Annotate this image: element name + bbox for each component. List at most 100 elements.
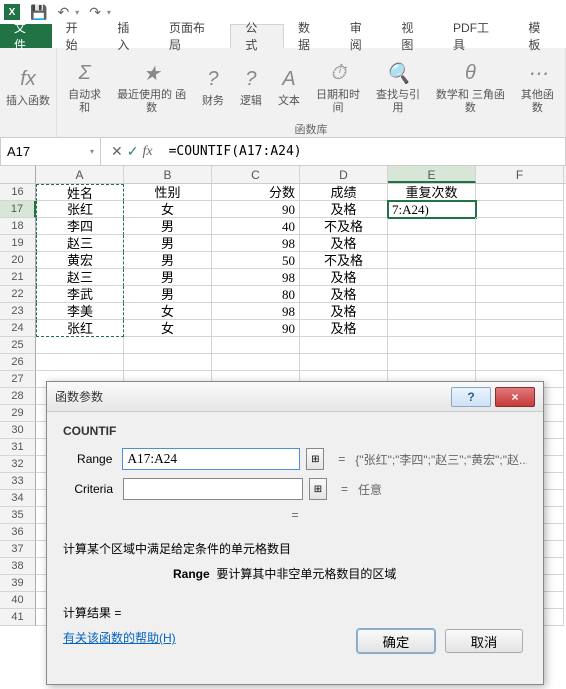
cell[interactable] [476,184,564,201]
undo-icon[interactable]: ↶ [57,4,69,21]
cell[interactable]: 及格 [300,235,388,252]
row-header[interactable]: 37 [0,541,36,558]
cell[interactable]: 男 [124,235,212,252]
undo-dropdown[interactable]: ▾ [75,8,79,17]
tab-layout[interactable]: 页面布局 [155,24,230,48]
tab-template[interactable]: 模板 [514,24,566,48]
row-header[interactable]: 36 [0,524,36,541]
col-header-E[interactable]: E [388,166,476,183]
cell[interactable] [388,235,476,252]
cell[interactable]: 不及格 [300,252,388,269]
cell[interactable] [476,354,564,371]
tab-formula[interactable]: 公式 [230,24,284,48]
cell[interactable] [388,252,476,269]
cell[interactable]: 赵三 [36,269,124,286]
row-header[interactable]: 21 [0,269,36,286]
cell[interactable]: 李四 [36,218,124,235]
dialog-titlebar[interactable]: 函数参数 ? × [47,382,543,412]
cell[interactable]: 及格 [300,269,388,286]
fx-button[interactable]: fx [142,144,152,160]
cell[interactable] [476,201,564,218]
other-button[interactable]: ⋯其他函数 [516,59,559,113]
redo-dropdown[interactable]: ▾ [107,8,111,17]
cell[interactable]: 男 [124,269,212,286]
math-button[interactable]: θ数学和 三角函数 [431,59,510,113]
cell[interactable]: 90 [212,201,300,218]
col-header-D[interactable]: D [300,166,388,183]
row-header[interactable]: 41 [0,609,36,626]
cell[interactable]: 张红 [36,320,124,337]
cell[interactable]: 男 [124,218,212,235]
formula-input[interactable]: =COUNTIF(A17:A24) [163,144,565,159]
cell[interactable]: 及格 [300,320,388,337]
cell[interactable] [300,354,388,371]
cell[interactable] [36,354,124,371]
cell[interactable]: 女 [124,320,212,337]
cell[interactable] [212,354,300,371]
row-header[interactable]: 22 [0,286,36,303]
cell[interactable] [476,303,564,320]
tab-file[interactable]: 文件 [0,24,52,48]
formula-confirm-button[interactable]: ✓ [127,143,139,160]
save-icon[interactable]: 💾 [30,4,47,21]
tab-insert[interactable]: 插入 [103,24,155,48]
row-header[interactable]: 34 [0,490,36,507]
row-header[interactable]: 33 [0,473,36,490]
row-header[interactable]: 25 [0,337,36,354]
dialog-close-button[interactable]: × [495,387,535,407]
cell[interactable]: 90 [212,320,300,337]
cell[interactable] [476,320,564,337]
cell[interactable]: 分数 [212,184,300,201]
row-header[interactable]: 30 [0,422,36,439]
cell[interactable]: 及格 [300,303,388,320]
cell[interactable] [300,337,388,354]
cell[interactable]: 男 [124,286,212,303]
row-header[interactable]: 27 [0,371,36,388]
criteria-selector-button[interactable]: ⊞ [309,478,327,500]
insert-function-button[interactable]: fx 插入函数 [6,65,50,107]
cell[interactable]: 成绩 [300,184,388,201]
recent-button[interactable]: ★最近使用的 函数 [112,59,191,113]
row-header[interactable]: 31 [0,439,36,456]
cell[interactable] [124,337,212,354]
formula-cancel-button[interactable]: ✕ [111,143,123,160]
dialog-help-button[interactable]: ? [451,387,491,407]
autosum-button[interactable]: Σ自动求和 [63,59,106,113]
lookup-button[interactable]: 🔍查找与引用 [371,59,425,113]
tab-home[interactable]: 开始 [52,24,104,48]
cell[interactable]: 及格 [300,201,388,218]
cell[interactable]: 及格 [300,286,388,303]
cell[interactable] [212,337,300,354]
tab-data[interactable]: 数据 [284,24,336,48]
tab-pdf[interactable]: PDF工具 [439,24,514,48]
row-header[interactable]: 38 [0,558,36,575]
financial-button[interactable]: ?财务 [197,65,229,107]
cell[interactable] [388,269,476,286]
cell[interactable]: 女 [124,201,212,218]
cell[interactable] [388,286,476,303]
row-header[interactable]: 40 [0,592,36,609]
redo-icon[interactable]: ↷ [89,4,101,21]
col-header-C[interactable]: C [212,166,300,183]
range-input[interactable] [122,448,300,470]
row-header[interactable]: 20 [0,252,36,269]
row-header[interactable]: 17 [0,201,36,218]
cell[interactable] [476,269,564,286]
row-header[interactable]: 28 [0,388,36,405]
cell[interactable]: 40 [212,218,300,235]
range-selector-button[interactable]: ⊞ [306,448,324,470]
cell[interactable]: 98 [212,269,300,286]
row-header[interactable]: 29 [0,405,36,422]
row-header[interactable]: 35 [0,507,36,524]
cell[interactable] [476,235,564,252]
text-button[interactable]: A文本 [273,65,305,107]
row-header[interactable]: 18 [0,218,36,235]
cell[interactable] [388,354,476,371]
cell[interactable] [388,218,476,235]
select-all-corner[interactable] [0,166,36,183]
cell[interactable] [388,337,476,354]
cell[interactable] [36,337,124,354]
cell[interactable]: 张红 [36,201,124,218]
cell[interactable]: 李美 [36,303,124,320]
ok-button[interactable]: 确定 [357,629,435,653]
